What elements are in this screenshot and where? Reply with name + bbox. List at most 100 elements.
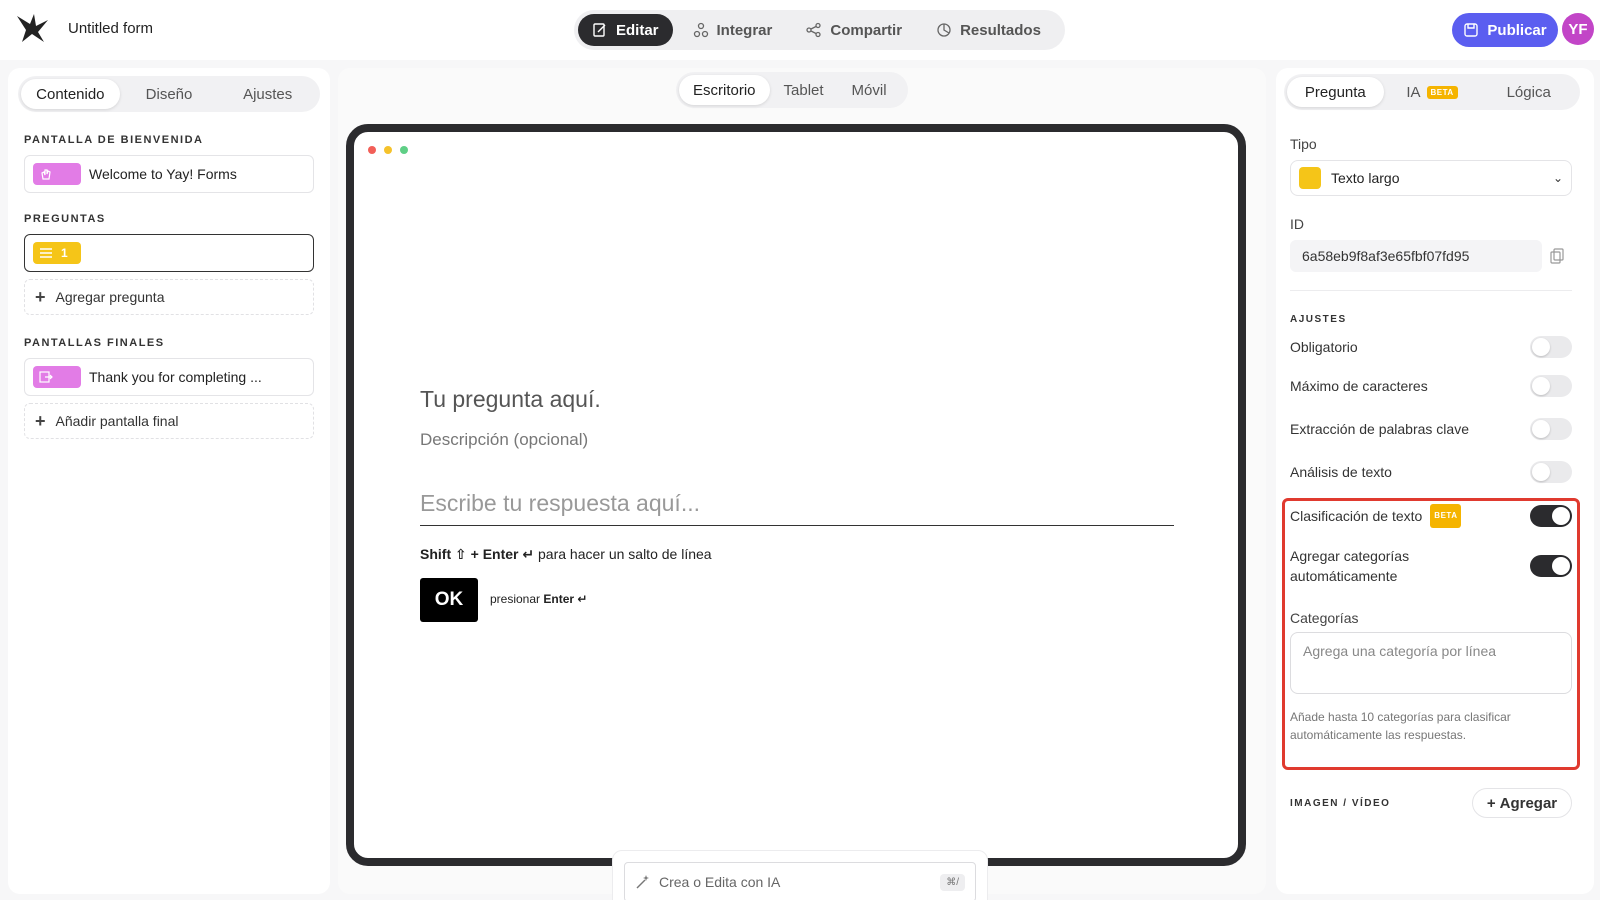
copy-icon[interactable] (1550, 248, 1564, 264)
settings-section-label: AJUSTES (1290, 314, 1347, 325)
hand-wave-icon (41, 169, 51, 180)
image-video-label: IMAGEN / VÍDEO (1290, 798, 1391, 809)
welcome-section-label: PANTALLA DE BIENVENIDA (24, 134, 204, 146)
press-enter-hint: presionar Enter ↵ (490, 592, 587, 606)
toggle-row-max-chars: Máximo de caracteres (1290, 375, 1572, 397)
toggle-row-required: Obligatorio (1290, 336, 1572, 358)
nav-results-label: Resultados (960, 21, 1041, 39)
tab-ajustes[interactable]: Ajustes (218, 79, 317, 109)
left-panel: Contenido Diseño Ajustes PANTALLA DE BIE… (8, 68, 330, 894)
add-media-button[interactable]: + Agregar (1472, 788, 1572, 818)
enter-key: + Enter ↵ (470, 546, 535, 562)
id-field[interactable]: 6a58eb9f8af3e65fbf07fd95 (1290, 240, 1542, 272)
edit-icon (593, 23, 606, 37)
classification-label: Clasificación de texto (1290, 508, 1423, 524)
nav-share-label: Compartir (830, 21, 903, 39)
question-number: 1 (61, 246, 68, 260)
text-analysis-toggle[interactable] (1530, 461, 1572, 483)
plus-icon: + (1486, 794, 1496, 812)
required-toggle[interactable] (1530, 336, 1572, 358)
preview-panel: Escritorio Tablet Móvil Tu pregunta aquí… (338, 68, 1266, 900)
avatar[interactable]: YF (1562, 13, 1594, 45)
type-value: Texto largo (1331, 170, 1400, 186)
max-chars-label: Máximo de caracteres (1290, 378, 1428, 394)
tab-tablet[interactable]: Tablet (770, 75, 838, 105)
text-analysis-label: Análisis de texto (1290, 464, 1392, 480)
integrate-icon (693, 22, 708, 38)
tab-desktop[interactable]: Escritorio (679, 75, 770, 105)
publish-button[interactable]: Publicar (1452, 13, 1558, 47)
keywords-toggle[interactable] (1530, 418, 1572, 440)
nav-integrate-label: Integrar (716, 21, 773, 39)
ending-chip (33, 366, 81, 388)
ai-prompt-input[interactable]: Crea o Edita con IA ⌘/ (624, 862, 976, 900)
top-bar: Untitled form Editar Integrar Compartir … (0, 0, 1600, 60)
beta-badge: BETA (1426, 85, 1458, 99)
add-media-label: Agregar (1499, 794, 1558, 812)
device-tabs: Escritorio Tablet Móvil (676, 72, 908, 108)
publish-icon (1464, 23, 1479, 37)
nav-share[interactable]: Compartir (792, 14, 916, 46)
categories-help: Añade hasta 10 categorías para clasifica… (1290, 710, 1511, 742)
exit-icon (39, 371, 53, 383)
question-chip: 1 (33, 242, 81, 264)
type-select[interactable]: Texto largo ⌄ (1290, 160, 1572, 196)
question-item[interactable]: 1 (24, 234, 314, 272)
classification-toggle[interactable] (1530, 505, 1572, 527)
categories-label: Categorías (1290, 610, 1359, 626)
answer-input[interactable]: Escribe tu respuesta aquí... (420, 482, 1174, 526)
tab-pregunta[interactable]: Pregunta (1287, 77, 1384, 107)
yay-logo-icon[interactable] (14, 10, 50, 46)
press-enter-key: Enter ↵ (543, 592, 588, 606)
form-title[interactable]: Untitled form (68, 20, 153, 37)
tab-logica[interactable]: Lógica (1480, 77, 1577, 107)
tab-diseno[interactable]: Diseño (120, 79, 219, 109)
beta-badge: BETA (1430, 504, 1462, 528)
device-frame: Tu pregunta aquí. Descripción (opcional)… (346, 124, 1246, 900)
required-label: Obligatorio (1290, 339, 1358, 355)
id-label: ID (1290, 216, 1304, 232)
add-ending-label: Añadir pantalla final (55, 413, 179, 429)
nav-edit[interactable]: Editar (578, 14, 673, 46)
toggle-row-classification: Clasificación de texto BETA (1290, 504, 1572, 528)
ai-placeholder: Crea o Edita con IA (659, 874, 781, 890)
toggle-row-keywords: Extracción de palabras clave (1290, 418, 1572, 440)
window-dots (368, 146, 408, 154)
magic-wand-icon (636, 875, 649, 889)
results-icon (937, 23, 951, 37)
share-icon (806, 22, 822, 38)
ending-item-text: Thank you for completing ... (89, 369, 262, 385)
long-text-icon (1299, 167, 1321, 189)
tab-ia[interactable]: IA BETA (1384, 77, 1481, 107)
question-description[interactable]: Descripción (opcional) (420, 430, 588, 450)
toggle-row-auto-categories: Agregar categorías automáticamente (1290, 546, 1572, 586)
main-nav: Editar Integrar Compartir Resultados (574, 10, 1065, 50)
plus-icon: + (35, 287, 46, 307)
nav-results[interactable]: Resultados (922, 14, 1055, 46)
auto-categories-label: Agregar categorías automáticamente (1290, 548, 1410, 584)
nav-integrate[interactable]: Integrar (679, 14, 787, 46)
ending-screen-item[interactable]: Thank you for completing ... (24, 358, 314, 396)
divider (1290, 290, 1572, 291)
shift-hint: Shift ⇧ + Enter ↵ para hacer un salto de… (420, 546, 712, 563)
chevron-down-icon: ⌄ (1552, 171, 1563, 185)
max-chars-toggle[interactable] (1530, 375, 1572, 397)
add-question-label: Agregar pregunta (55, 289, 165, 305)
add-ending-button[interactable]: + Añadir pantalla final (24, 403, 314, 439)
add-question-button[interactable]: + Agregar pregunta (24, 279, 314, 315)
long-text-icon (40, 248, 52, 258)
shift-hint-text: para hacer un salto de línea (538, 546, 712, 562)
tab-contenido[interactable]: Contenido (21, 79, 120, 109)
ai-shortcut: ⌘/ (940, 873, 965, 891)
green-dot-icon (400, 146, 408, 154)
publish-label: Publicar (1487, 21, 1547, 39)
welcome-screen-item[interactable]: Welcome to Yay! Forms (24, 155, 314, 193)
tab-ia-label: IA (1406, 83, 1421, 101)
endings-section-label: PANTALLAS FINALES (24, 337, 165, 349)
auto-categories-toggle[interactable] (1530, 555, 1572, 577)
ok-button[interactable]: OK (420, 578, 478, 622)
nav-edit-label: Editar (616, 21, 659, 39)
categories-textarea[interactable]: Agrega una categoría por línea (1290, 632, 1572, 694)
question-title[interactable]: Tu pregunta aquí. (420, 386, 601, 413)
tab-mobile[interactable]: Móvil (838, 75, 901, 105)
